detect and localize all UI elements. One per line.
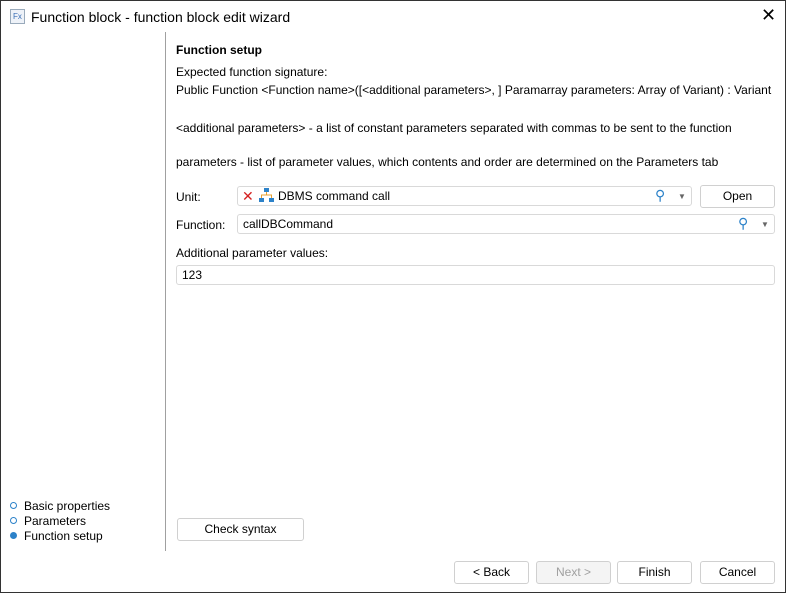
note-additional-params: <additional parameters> - a list of cons… (176, 121, 732, 135)
unit-value: DBMS command call (278, 189, 390, 203)
close-icon[interactable]: ✕ (761, 5, 776, 26)
chevron-down-icon[interactable]: ▼ (678, 192, 686, 201)
function-field[interactable]: callDBCommand ⚲ ▼ (237, 214, 775, 234)
step-function-setup[interactable]: Function setup (24, 529, 103, 543)
signature-label: Expected function signature: (176, 65, 327, 79)
unit-label: Unit: (176, 190, 201, 204)
wizard-window: Fx Function block - function block edit … (0, 0, 786, 593)
search-icon[interactable]: ⚲ (738, 215, 748, 232)
additional-values-input[interactable]: 123 (176, 265, 775, 285)
hierarchy-icon (259, 188, 274, 203)
open-button[interactable]: Open (700, 185, 775, 208)
function-value: callDBCommand (243, 217, 333, 231)
divider (165, 32, 166, 551)
step-dot (10, 517, 17, 524)
step-parameters[interactable]: Parameters (24, 514, 86, 528)
search-icon[interactable]: ⚲ (655, 187, 665, 204)
clear-icon[interactable]: ✕ (242, 188, 254, 205)
unit-field[interactable]: ✕ DBMS command call ⚲ ▼ (237, 186, 692, 206)
note-parameters: parameters - list of parameter values, w… (176, 155, 718, 169)
app-icon: Fx (10, 9, 25, 24)
step-dot (10, 502, 17, 509)
chevron-down-icon[interactable]: ▼ (761, 220, 769, 229)
back-button[interactable]: < Back (454, 561, 529, 584)
window-title: Function block - function block edit wiz… (31, 9, 290, 25)
signature-text: Public Function <Function name>([<additi… (176, 83, 771, 97)
step-basic-properties[interactable]: Basic properties (24, 499, 110, 513)
check-syntax-button[interactable]: Check syntax (177, 518, 304, 541)
page-title: Function setup (176, 43, 262, 57)
step-dot-active (10, 532, 17, 539)
next-button[interactable]: Next > (536, 561, 611, 584)
additional-values-value: 123 (182, 268, 202, 282)
function-label: Function: (176, 218, 225, 232)
finish-button[interactable]: Finish (617, 561, 692, 584)
additional-values-label: Additional parameter values: (176, 246, 328, 260)
cancel-button[interactable]: Cancel (700, 561, 775, 584)
